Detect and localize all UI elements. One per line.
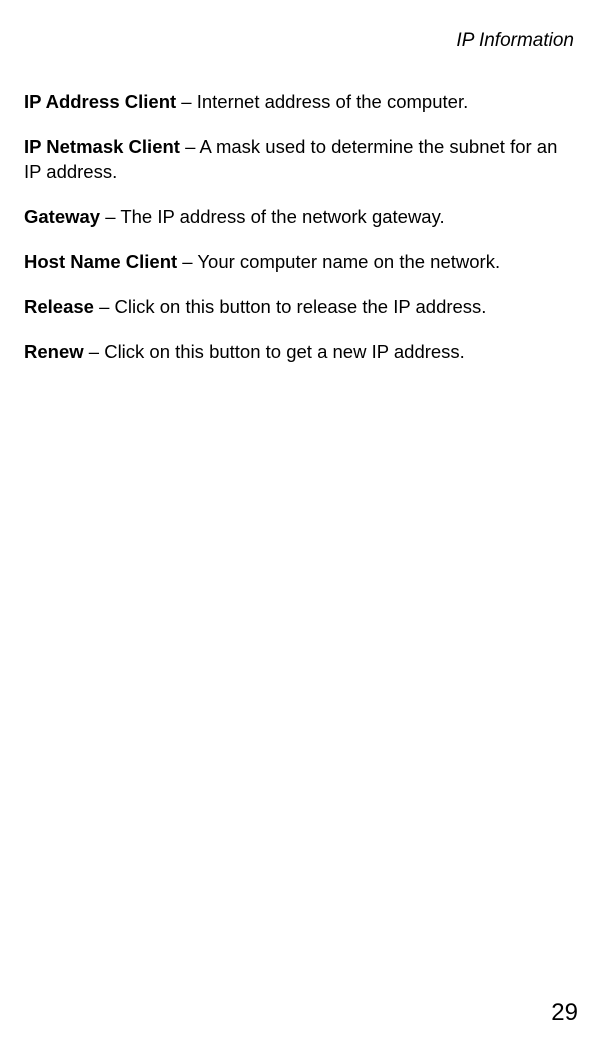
term: Gateway [24, 206, 100, 227]
description: – Click on this button to get a new IP a… [84, 341, 465, 362]
definition-entry: Release – Click on this button to releas… [24, 295, 578, 320]
definition-entry: Renew – Click on this button to get a ne… [24, 340, 578, 365]
term: IP Netmask Client [24, 136, 180, 157]
definition-entry: IP Netmask Client – A mask used to deter… [24, 135, 578, 185]
definition-entry: Host Name Client – Your computer name on… [24, 250, 578, 275]
term: Release [24, 296, 94, 317]
definition-entry: IP Address Client – Internet address of … [24, 90, 578, 115]
term: Host Name Client [24, 251, 177, 272]
description: – Click on this button to release the IP… [94, 296, 487, 317]
definition-entry: Gateway – The IP address of the network … [24, 205, 578, 230]
description: – Your computer name on the network. [177, 251, 500, 272]
term: IP Address Client [24, 91, 176, 112]
description: – The IP address of the network gateway. [100, 206, 445, 227]
page-header: IP Information [24, 30, 578, 52]
page-number: 29 [551, 999, 578, 1027]
description: – Internet address of the computer. [176, 91, 468, 112]
term: Renew [24, 341, 84, 362]
